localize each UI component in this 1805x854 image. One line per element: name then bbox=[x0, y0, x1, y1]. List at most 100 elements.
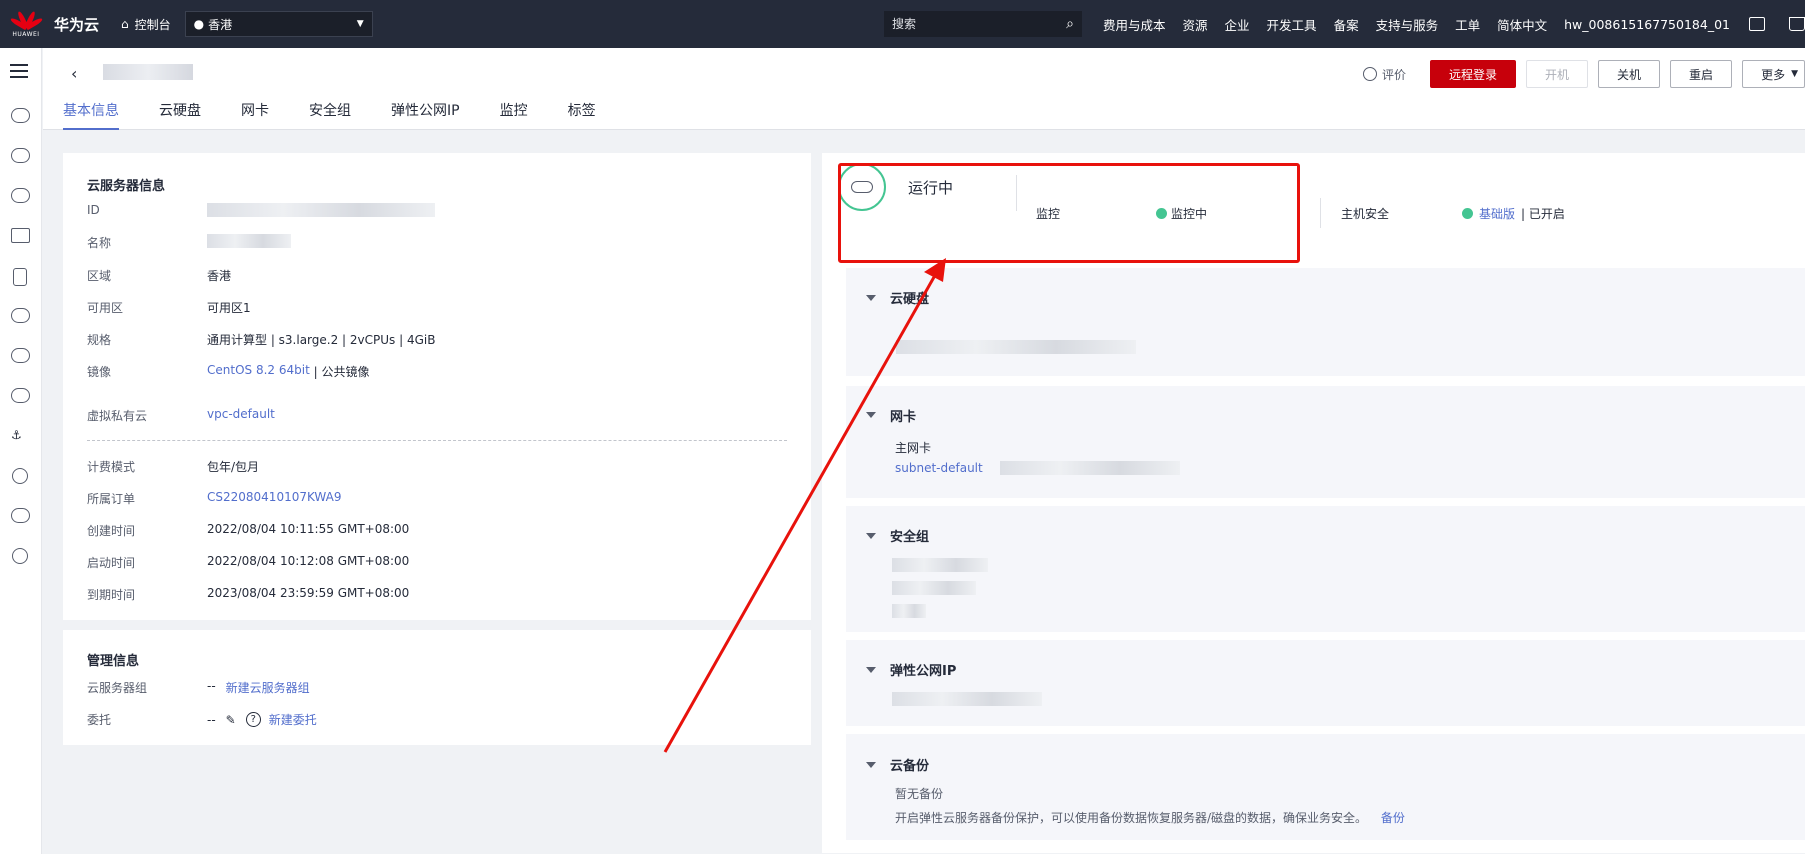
cloud-service-icon[interactable] bbox=[11, 308, 30, 323]
new-delegate-link[interactable]: 新建委托 bbox=[269, 711, 317, 728]
backup-link[interactable]: 备份 bbox=[1381, 811, 1405, 825]
mgmt-info-title: 管理信息 bbox=[87, 654, 140, 669]
network-icon[interactable] bbox=[11, 228, 30, 243]
nic-title: 网卡 bbox=[890, 410, 917, 425]
disk-title: 云硬盘 bbox=[890, 292, 930, 307]
database-icon[interactable] bbox=[11, 188, 30, 203]
backup-hint: 开启弹性云服务器备份保护，可以使用备份数据恢复服务器/磁盘的数据，确保业务安全。… bbox=[895, 809, 1405, 826]
globe-icon[interactable] bbox=[12, 548, 28, 564]
nav-support[interactable]: 支持与服务 bbox=[1376, 15, 1439, 34]
help-icon[interactable]: ? bbox=[245, 712, 261, 727]
disk-section: 云硬盘 bbox=[846, 268, 1805, 376]
restart-button[interactable]: 重启 bbox=[1670, 60, 1733, 88]
new-server-group-link[interactable]: 新建云服务器组 bbox=[226, 679, 310, 696]
cloud-sync-icon[interactable] bbox=[11, 388, 30, 403]
search-input[interactable] bbox=[892, 17, 1067, 31]
subnet-link[interactable]: subnet-default bbox=[895, 461, 983, 475]
security-group-title: 安全组 bbox=[890, 530, 930, 545]
home-icon: ⌂ bbox=[121, 17, 129, 31]
server-info-title: 云服务器信息 bbox=[87, 179, 166, 194]
disk-redacted bbox=[896, 340, 1136, 354]
console-label: 控制台 bbox=[134, 17, 171, 32]
created-label: 创建时间 bbox=[87, 524, 136, 538]
chevron-down-icon: ▼ bbox=[356, 19, 364, 29]
edit-icon[interactable]: ✎ bbox=[226, 713, 236, 727]
location-pin-icon: ● bbox=[193, 17, 205, 31]
nic-section: 网卡 主网卡 subnet-default bbox=[846, 386, 1805, 498]
nav-cost[interactable]: 费用与成本 bbox=[1103, 15, 1166, 34]
page-header: ‹ 基本信息 云硬盘 网卡 安全组 弹性公网IP 监控 标签 评价 远程登录 开… bbox=[43, 48, 1805, 130]
eip-redacted bbox=[892, 692, 1042, 706]
host-security-suffix: | 已开启 bbox=[1521, 207, 1565, 221]
caret-down-icon[interactable] bbox=[866, 533, 876, 539]
rate-label: 评价 bbox=[1381, 67, 1406, 82]
remote-login-button[interactable]: 远程登录 bbox=[1430, 60, 1517, 88]
image-link[interactable]: CentOS 8.2 64bit bbox=[207, 363, 310, 380]
top-bar: HUAWEI 华为云 ⌂ 控制台 ● 香港 ▼ ⌕ 费用与成本 资源 企业 开发… bbox=[0, 0, 1805, 48]
top-nav: 费用与成本 资源 企业 开发工具 备案 支持与服务 工单 简体中文 hw_008… bbox=[1103, 0, 1758, 48]
caret-down-icon[interactable] bbox=[866, 295, 876, 301]
nav-resources[interactable]: 资源 bbox=[1183, 15, 1208, 34]
account-name[interactable]: hw_008615167750184_01 bbox=[1564, 17, 1730, 32]
started-value: 2022/08/04 10:12:08 GMT+08:00 bbox=[207, 554, 410, 568]
cloud-icon[interactable] bbox=[11, 148, 30, 163]
region-selector[interactable]: ● 香港 ▼ bbox=[184, 11, 373, 37]
tab-nic[interactable]: 网卡 bbox=[241, 100, 269, 130]
huawei-logo[interactable]: HUAWEI bbox=[4, 10, 48, 38]
cloud-upload-icon[interactable] bbox=[11, 348, 30, 363]
nav-ticket[interactable]: 工单 bbox=[1455, 15, 1480, 34]
caret-down-icon[interactable] bbox=[866, 412, 876, 418]
chevron-down-icon: ▼ bbox=[1791, 69, 1798, 79]
storage-icon[interactable] bbox=[13, 268, 27, 286]
host-security-status: 基础版 | 已开启 bbox=[1462, 205, 1565, 222]
backup-hint-text: 开启弹性云服务器备份保护，可以使用备份数据恢复服务器/磁盘的数据，确保业务安全。 bbox=[895, 811, 1368, 825]
tab-basic-info[interactable]: 基本信息 bbox=[63, 100, 119, 130]
vpc-link[interactable]: vpc-default bbox=[207, 407, 275, 424]
nav-language[interactable]: 简体中文 bbox=[1497, 15, 1547, 34]
caret-down-icon[interactable] bbox=[866, 667, 876, 673]
caret-down-icon[interactable] bbox=[866, 762, 876, 768]
menu-icon[interactable] bbox=[10, 64, 28, 78]
cluster-icon[interactable] bbox=[11, 508, 30, 523]
order-link[interactable]: CS22080410107KWA9 bbox=[207, 490, 341, 507]
expire-value: 2023/08/04 23:59:59 GMT+08:00 bbox=[207, 586, 410, 600]
tab-tags[interactable]: 标签 bbox=[568, 100, 596, 130]
name-label: 名称 bbox=[87, 236, 112, 250]
started-label: 启动时间 bbox=[87, 556, 136, 570]
tab-eip[interactable]: 弹性公网IP bbox=[391, 100, 460, 130]
console-link[interactable]: ⌂ 控制台 bbox=[121, 16, 171, 33]
spec-value: 通用计算型 | s3.large.2 | 2vCPUs | 4GiB bbox=[207, 333, 436, 347]
cloud-shell-icon[interactable] bbox=[1749, 17, 1765, 31]
nav-devtools[interactable]: 开发工具 bbox=[1267, 15, 1317, 34]
tab-disks[interactable]: 云硬盘 bbox=[159, 100, 201, 130]
vpc-label: 虚拟私有云 bbox=[87, 409, 148, 423]
brand-name[interactable]: 华为云 bbox=[54, 14, 99, 35]
nav-filing[interactable]: 备案 bbox=[1334, 15, 1359, 34]
stop-button[interactable]: 关机 bbox=[1598, 60, 1661, 88]
cart-icon[interactable] bbox=[1789, 17, 1805, 31]
sg-redacted-1 bbox=[892, 558, 988, 572]
image-label: 镜像 bbox=[87, 365, 112, 379]
more-button[interactable]: 更多 ▼ bbox=[1742, 60, 1805, 88]
sg-redacted-3 bbox=[892, 604, 926, 618]
smile-icon bbox=[1362, 67, 1377, 81]
basic-edition-link[interactable]: 基础版 bbox=[1479, 205, 1515, 222]
start-button[interactable]: 开机 bbox=[1526, 60, 1589, 88]
ecs-icon[interactable] bbox=[11, 108, 30, 123]
search-icon[interactable]: ⌕ bbox=[1066, 16, 1074, 32]
tab-monitoring[interactable]: 监控 bbox=[500, 100, 528, 130]
search-box[interactable]: ⌕ bbox=[884, 11, 1082, 37]
anchor-icon[interactable]: ⚓ bbox=[11, 428, 30, 443]
nav-enterprise[interactable]: 企业 bbox=[1225, 15, 1250, 34]
region-label: 区域 bbox=[87, 269, 112, 283]
back-arrow-icon[interactable]: ‹ bbox=[71, 64, 77, 83]
billing-value: 包年/包月 bbox=[207, 460, 260, 474]
ip-icon[interactable] bbox=[12, 468, 28, 484]
rate-link[interactable]: 评价 bbox=[1362, 66, 1406, 83]
huawei-petal-icon bbox=[9, 10, 44, 31]
no-backup-text: 暂无备份 bbox=[895, 787, 944, 801]
eip-section: 弹性公网IP bbox=[846, 640, 1805, 726]
group-value: -- bbox=[207, 679, 216, 693]
tab-security-group[interactable]: 安全组 bbox=[309, 100, 351, 130]
id-label: ID bbox=[87, 203, 100, 217]
